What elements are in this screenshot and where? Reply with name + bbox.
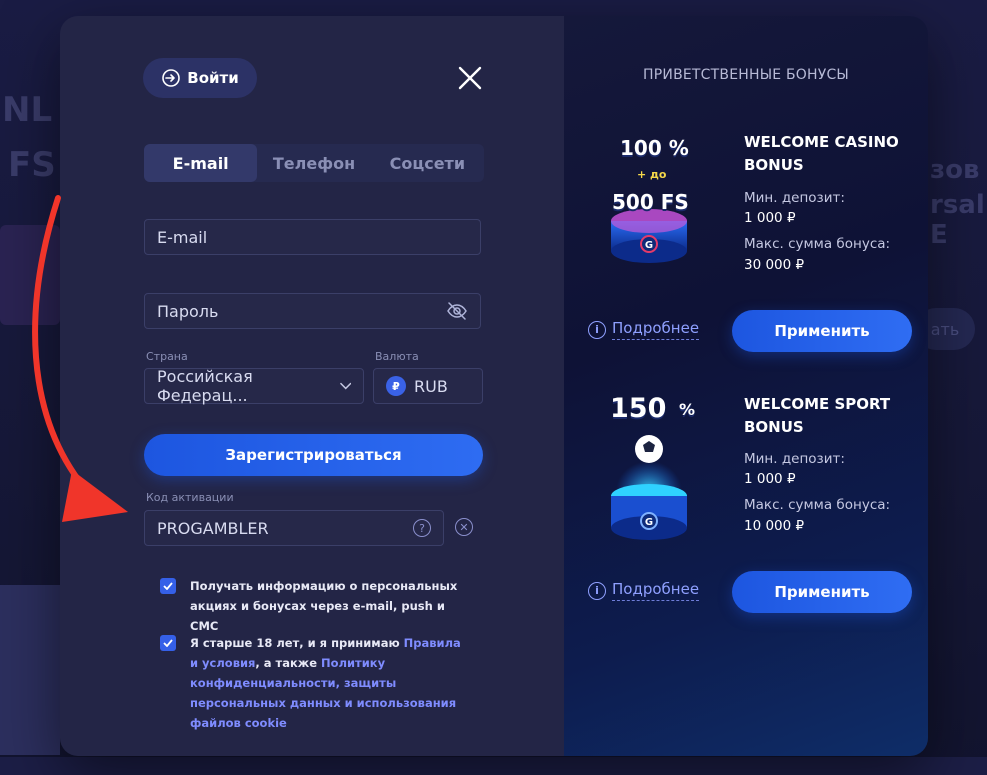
- promo-consent-checkbox[interactable]: [160, 578, 176, 594]
- password-field[interactable]: Пароль: [144, 293, 481, 329]
- tab-phone[interactable]: Телефон: [257, 144, 370, 182]
- casino-plus-upto: + до: [637, 168, 667, 181]
- password-placeholder: Пароль: [157, 301, 219, 321]
- currency-label: Валюта: [375, 350, 419, 363]
- age-consent-text: Я старше 18 лет, и я принимаю Правила и …: [190, 633, 465, 733]
- ruble-icon: ₽: [386, 376, 406, 396]
- sport-more-label: Подробнее: [612, 580, 700, 601]
- casino-percent: 100 %: [620, 136, 689, 160]
- casino-min-deposit-label: Мин. депозит:: [744, 190, 845, 206]
- casino-freespins: 500 FS: [612, 190, 689, 214]
- casino-min-deposit-value: 1 000 ₽: [744, 210, 796, 226]
- eye-off-icon[interactable]: [446, 302, 468, 320]
- bonuses-title: ПРИВЕТСТВЕННЫЕ БОНУСЫ: [643, 67, 849, 83]
- background-text: rsal E: [930, 190, 985, 250]
- sport-percent: 150: [610, 393, 667, 424]
- casino-bonus-name: WELCOME CASINO BONUS: [744, 133, 899, 174]
- checkmark-icon: [163, 582, 173, 590]
- email-placeholder: E-mail: [157, 227, 208, 247]
- casino-more-label: Подробнее: [612, 319, 700, 340]
- age-consent-row: Я старше 18 лет, и я принимаю Правила и …: [160, 633, 470, 733]
- age-consent-prefix: Я старше 18 лет, и я принимаю: [190, 636, 404, 650]
- activation-code-value: PROGAMBLER: [157, 518, 269, 538]
- sport-bonus-name: WELCOME SPORT BONUS: [744, 395, 891, 436]
- background-text: зов: [930, 155, 980, 185]
- background-text: FS: [8, 145, 56, 185]
- tab-social[interactable]: Соцсети: [371, 144, 484, 182]
- sport-apply-button[interactable]: Применить: [732, 571, 912, 613]
- country-label: Страна: [146, 350, 188, 363]
- login-icon: [162, 69, 181, 87]
- background-banner: [0, 585, 60, 755]
- login-button[interactable]: Войти: [143, 58, 257, 98]
- sport-more-link[interactable]: i Подробнее: [588, 580, 700, 601]
- background-banner: [0, 225, 60, 325]
- sport-bonus-image: G: [611, 435, 687, 540]
- checkmark-icon: [163, 639, 173, 647]
- register-button[interactable]: Зарегистрироваться: [144, 434, 483, 476]
- sport-percent-sign: %: [679, 400, 696, 419]
- casino-more-link[interactable]: i Подробнее: [588, 319, 700, 340]
- currency-select[interactable]: ₽ RUB: [373, 368, 483, 404]
- sport-min-deposit-label: Мин. депозит:: [744, 451, 845, 467]
- chevron-down-icon: [339, 382, 351, 390]
- age-consent-mid: , а также: [255, 656, 322, 670]
- clear-code-icon[interactable]: ✕: [455, 518, 473, 536]
- info-icon: i: [588, 320, 606, 339]
- registration-modal: Войти E-mail Телефон Соцсети E-mail Паро…: [60, 16, 928, 756]
- registration-method-tabs: E-mail Телефон Соцсети: [144, 144, 484, 182]
- activation-code-field[interactable]: PROGAMBLER ?: [144, 510, 444, 546]
- promo-consent-text: Получать информацию о персональных акция…: [190, 579, 458, 633]
- close-icon: [458, 66, 482, 90]
- currency-value: RUB: [414, 376, 448, 396]
- casino-max-bonus-value: 30 000 ₽: [744, 257, 805, 273]
- login-label: Войти: [187, 69, 239, 87]
- registration-form-panel: Войти E-mail Телефон Соцсети E-mail Паро…: [60, 16, 564, 756]
- svg-text:G: G: [645, 517, 653, 528]
- background-text: NL: [2, 90, 53, 130]
- country-value: Российская Федерац...: [157, 367, 253, 405]
- background-footer: [0, 757, 987, 775]
- svg-text:G: G: [645, 240, 653, 251]
- close-button[interactable]: [456, 64, 484, 92]
- sport-max-bonus-value: 10 000 ₽: [744, 518, 805, 534]
- country-select[interactable]: Российская Федерац...: [144, 367, 364, 405]
- tab-email[interactable]: E-mail: [144, 144, 258, 182]
- casino-max-bonus-label: Макс. сумма бонуса:: [744, 236, 891, 252]
- promo-consent-row: Получать информацию о персональных акция…: [160, 576, 470, 636]
- casino-apply-button[interactable]: Применить: [732, 310, 912, 352]
- question-icon[interactable]: ?: [413, 519, 431, 537]
- welcome-bonuses-panel: ПРИВЕТСТВЕННЫЕ БОНУСЫ G 100 % + до 500 F…: [564, 16, 928, 756]
- sport-max-bonus-label: Макс. сумма бонуса:: [744, 497, 891, 513]
- sport-min-deposit-value: 1 000 ₽: [744, 471, 796, 487]
- age-consent-checkbox[interactable]: [160, 635, 176, 651]
- email-field[interactable]: E-mail: [144, 219, 481, 255]
- activation-code-label: Код активации: [146, 491, 234, 504]
- info-icon: i: [588, 581, 606, 600]
